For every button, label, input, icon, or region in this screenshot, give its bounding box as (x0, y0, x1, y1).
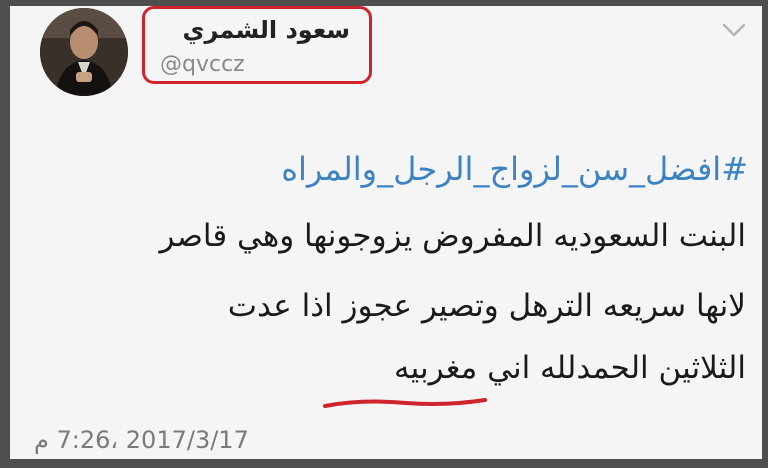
avatar[interactable] (40, 8, 128, 96)
red-underline-annotation (323, 398, 487, 408)
profile-photo (40, 8, 128, 96)
user-handle[interactable]: @qvccz (160, 52, 245, 77)
tweet-card: سعود الشمري @qvccz #افضل_سن_لزواج_الرجل_… (10, 6, 762, 459)
tweet-text-line: لانها سريعه الترهل وتصير عجوز اذا عدت (227, 288, 746, 324)
tweet-text-line: البنت السعوديه المفروض يزوجونها وهي قاصر (159, 218, 746, 254)
tweet-text-line: الثلاثين الحمدلله اني مغربيه (394, 350, 746, 386)
timestamp: 2017/3/17 ،7:26 م (34, 426, 249, 454)
chevron-down-icon[interactable] (720, 20, 748, 40)
hashtag-link[interactable]: #افضل_سن_لزواج_الرجل_والمراه (281, 150, 748, 188)
display-name[interactable]: سعود الشمري (162, 16, 350, 44)
